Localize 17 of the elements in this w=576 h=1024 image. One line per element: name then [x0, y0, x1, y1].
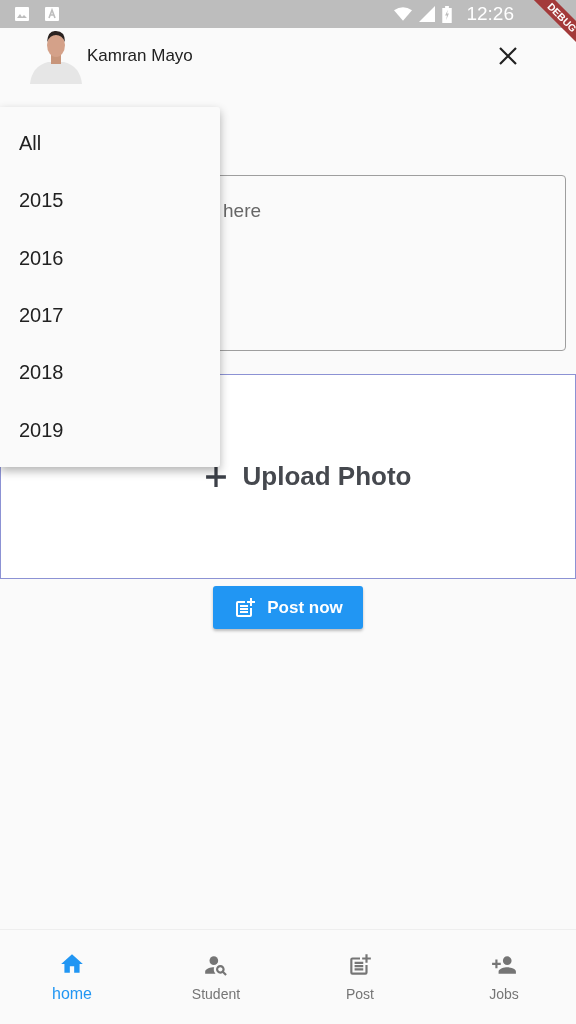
wifi-icon [394, 6, 413, 22]
status-time: 12:26 [466, 3, 514, 25]
post-add-icon [347, 952, 373, 978]
user-name: Kamran Mayo [87, 46, 193, 66]
close-icon [498, 46, 518, 66]
nav-tab[interactable]: Jobs [432, 930, 576, 1024]
upload-label: Upload Photo [242, 461, 412, 492]
menu-item[interactable]: All [0, 115, 220, 173]
image-icon [14, 6, 30, 22]
nav-tab[interactable]: Post [288, 930, 432, 1024]
nav-tab[interactable]: Student [144, 930, 288, 1024]
menu-item[interactable]: 2019 [0, 401, 220, 459]
battery-icon [442, 5, 453, 23]
plus-icon [204, 465, 227, 488]
font-icon [44, 6, 60, 22]
post-add-icon [233, 595, 258, 620]
signal-icon [418, 6, 437, 22]
